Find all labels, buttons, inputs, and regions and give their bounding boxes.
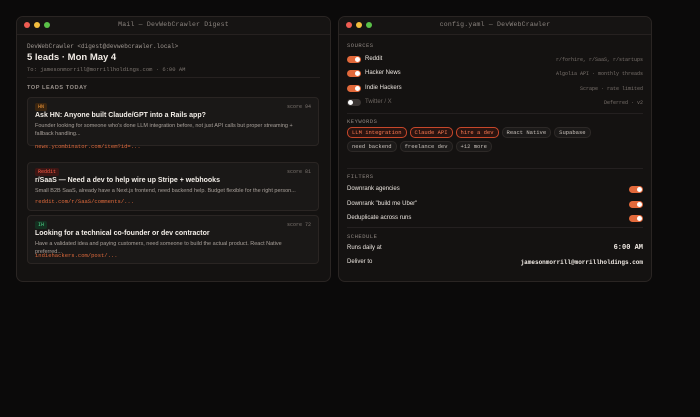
filter-toggle[interactable] [629, 215, 643, 222]
divider [347, 113, 643, 114]
source-badge: IH [35, 221, 48, 229]
keywords-heading: KEYWORDS [347, 118, 378, 125]
more-keywords-chip[interactable]: +12 more [455, 141, 492, 152]
source-toggle[interactable] [347, 99, 361, 106]
deliver-email-value[interactable]: jamesonmorrill@morrillholdings.com [521, 259, 643, 266]
mail-window-title: Mail — DevWebCrawler Digest [118, 21, 229, 28]
source-row-twitter: Twitter / X Deferred · v2 [347, 98, 643, 108]
source-row-ih: Indie Hackers Scrape · rate limited [347, 84, 643, 94]
mail-to: To: jamesonmorrill@morrillholdings.com ·… [27, 66, 186, 73]
source-label: Twitter / X [365, 99, 392, 105]
filter-row: Deduplicate across runs [347, 214, 643, 224]
keyword-chips: LLM integration Claude API hire a dev Re… [347, 127, 643, 152]
divider [27, 77, 320, 78]
keyword-chip[interactable]: Supabase [554, 127, 591, 138]
mail-window: Mail — DevWebCrawler Digest DevWebCrawle… [16, 16, 331, 282]
lead-card-hn[interactable]: HN score 94 Ask HN: Anyone built Claude/… [27, 97, 319, 150]
keyword-chip[interactable]: Claude API [409, 127, 453, 138]
filter-toggle[interactable] [629, 186, 643, 193]
config-window-title: config.yaml — DevWebCrawler [439, 21, 551, 28]
schedule-time-row: Runs daily at 6:00 AM [347, 244, 643, 254]
schedule-heading: SCHEDULE [347, 233, 378, 240]
keyword-chip[interactable]: LLM integration [347, 127, 407, 138]
filter-toggle[interactable] [629, 201, 643, 208]
lead-description: Small B2B SaaS, already have a Next.js f… [35, 188, 296, 194]
deliver-row: Deliver to jamesonmorrill@morrillholding… [347, 258, 643, 268]
divider [347, 168, 643, 169]
sources-heading: SOURCES [347, 42, 374, 49]
lead-score: score 94 [286, 104, 311, 110]
source-toggle[interactable] [347, 85, 361, 92]
lead-title[interactable]: r/SaaS — Need a dev to help wire up Stri… [35, 177, 220, 184]
lead-card-ih[interactable]: IH score 72 Looking for a technical co-f… [27, 215, 319, 264]
source-badge: Reddit [35, 168, 60, 176]
filter-label: Downrank "build me Uber" [347, 201, 418, 207]
keyword-chip[interactable]: freelance dev [399, 141, 453, 152]
source-label: Reddit [365, 56, 383, 62]
lead-title[interactable]: Ask HN: Anyone built Claude/GPT into a R… [35, 112, 206, 119]
keyword-chip[interactable]: React Native [501, 127, 552, 138]
deliver-label: Deliver to [347, 259, 373, 265]
lead-link[interactable]: reddit.com/r/SaaS/comments/... [35, 198, 134, 205]
lead-score: score 72 [286, 222, 311, 228]
keyword-chip[interactable]: hire a dev [455, 127, 499, 138]
mail-subject: 5 leads · Mon May 4 [27, 52, 117, 63]
source-note: Scrape · rate limited [579, 86, 643, 92]
source-toggle[interactable] [347, 56, 361, 63]
source-badge: HN [35, 103, 48, 111]
source-row-hn: Hacker News Algolia API · monthly thread… [347, 69, 643, 79]
lead-link[interactable]: news.ycombinator.com/item?id=... [35, 143, 141, 150]
filter-label: Downrank agencies [347, 186, 400, 192]
source-note: Algolia API · monthly threads [555, 71, 643, 77]
filter-label: Deduplicate across runs [347, 215, 412, 221]
lead-title[interactable]: Looking for a technical co-founder or de… [35, 230, 210, 237]
filters-heading: FILTERS [347, 173, 374, 180]
config-titlebar: config.yaml — DevWebCrawler [339, 17, 651, 35]
lead-score: score 81 [286, 169, 311, 175]
mail-titlebar: Mail — DevWebCrawler Digest [17, 17, 330, 35]
schedule-time-value[interactable]: 6:00 AM [614, 244, 643, 252]
lead-link[interactable]: indiehackers.com/post/... [35, 252, 118, 259]
source-label: Hacker News [365, 70, 401, 76]
source-toggle[interactable] [347, 70, 361, 77]
source-label: Indie Hackers [365, 85, 402, 91]
filter-row: Downrank agencies [347, 185, 643, 195]
lead-card-reddit[interactable]: Reddit score 81 r/SaaS — Need a dev to h… [27, 162, 319, 211]
source-note: r/forhire, r/SaaS, r/startups [555, 57, 643, 63]
schedule-label: Runs daily at [347, 245, 382, 251]
divider [347, 227, 643, 228]
mail-from: DevWebCrawler <digest@devwebcrawler.loca… [27, 43, 179, 50]
section-heading: TOP LEADS TODAY [27, 85, 88, 91]
config-window: config.yaml — DevWebCrawler SOURCES Redd… [338, 16, 652, 282]
source-note: Deferred · v2 [603, 100, 643, 106]
keyword-chip[interactable]: need backend [347, 141, 397, 152]
lead-description: Founder looking for someone who's done L… [35, 123, 293, 137]
filter-row: Downrank "build me Uber" [347, 200, 643, 210]
source-row-reddit: Reddit r/forhire, r/SaaS, r/startups [347, 55, 643, 65]
